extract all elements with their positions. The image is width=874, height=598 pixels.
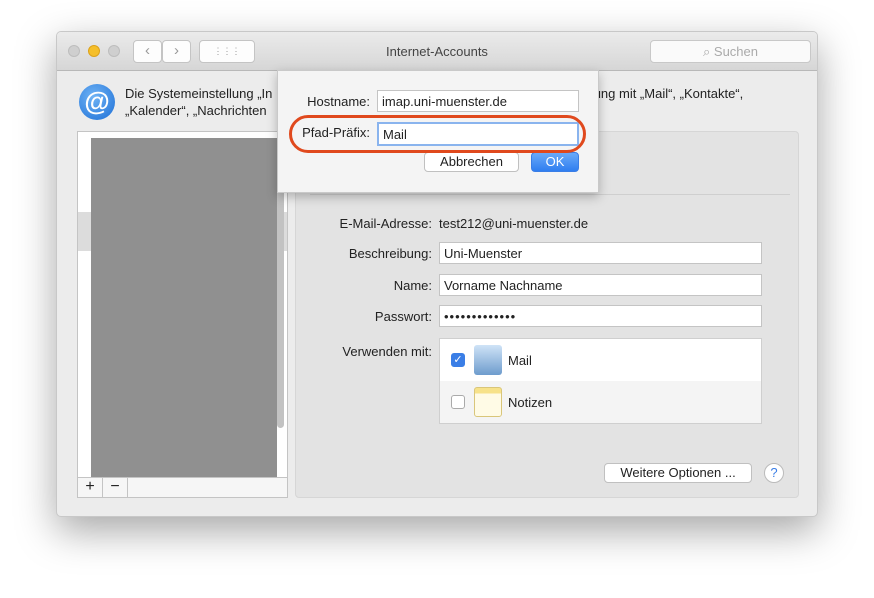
email-value: test212@uni-muenster.de: [439, 216, 589, 231]
list-footer: + −: [78, 477, 287, 497]
title-bar: ‹ › ⋮⋮⋮ Internet-Accounts ⌕ Suchen: [57, 32, 817, 71]
name-field[interactable]: Vorname Nachname: [439, 274, 762, 296]
more-options-button[interactable]: Weitere Optionen ...: [604, 463, 752, 483]
internet-accounts-icon: @: [79, 84, 115, 120]
help-button[interactable]: ?: [764, 463, 784, 483]
hostname-label: Hostname:: [307, 94, 370, 109]
password-field[interactable]: •••••••••••••: [439, 305, 762, 327]
description-label: Beschreibung:: [348, 246, 432, 261]
divider: [310, 194, 790, 195]
mail-app-icon: [474, 345, 502, 375]
password-label: Passwort:: [374, 309, 432, 324]
add-account-button[interactable]: +: [78, 478, 103, 497]
use-with-label: Verwenden mit:: [342, 344, 432, 359]
description-field[interactable]: Uni-Muenster: [439, 242, 762, 264]
redacted-area: [91, 138, 277, 478]
ok-button[interactable]: OK: [531, 152, 579, 172]
hostname-field[interactable]: imap.uni-muenster.de: [377, 90, 579, 112]
use-with-list: ✓ Mail Notizen: [439, 338, 762, 424]
search-icon: ⌕: [703, 44, 714, 59]
mail-checkbox[interactable]: ✓: [451, 353, 465, 367]
remove-account-button[interactable]: −: [103, 478, 128, 497]
notes-app-icon: [474, 387, 502, 417]
name-label: Name:: [393, 278, 432, 293]
notes-label: Notizen: [508, 395, 553, 410]
notes-checkbox[interactable]: [451, 395, 465, 409]
app-row-mail: ✓ Mail: [440, 339, 761, 381]
cancel-button[interactable]: Abbrechen: [424, 152, 519, 172]
app-row-notes: Notizen: [440, 381, 761, 423]
highlight-ring: [289, 115, 586, 153]
search-field[interactable]: ⌕ Suchen: [650, 40, 811, 63]
mail-label: Mail: [508, 353, 532, 368]
email-label: E-Mail-Adresse:: [339, 216, 432, 231]
